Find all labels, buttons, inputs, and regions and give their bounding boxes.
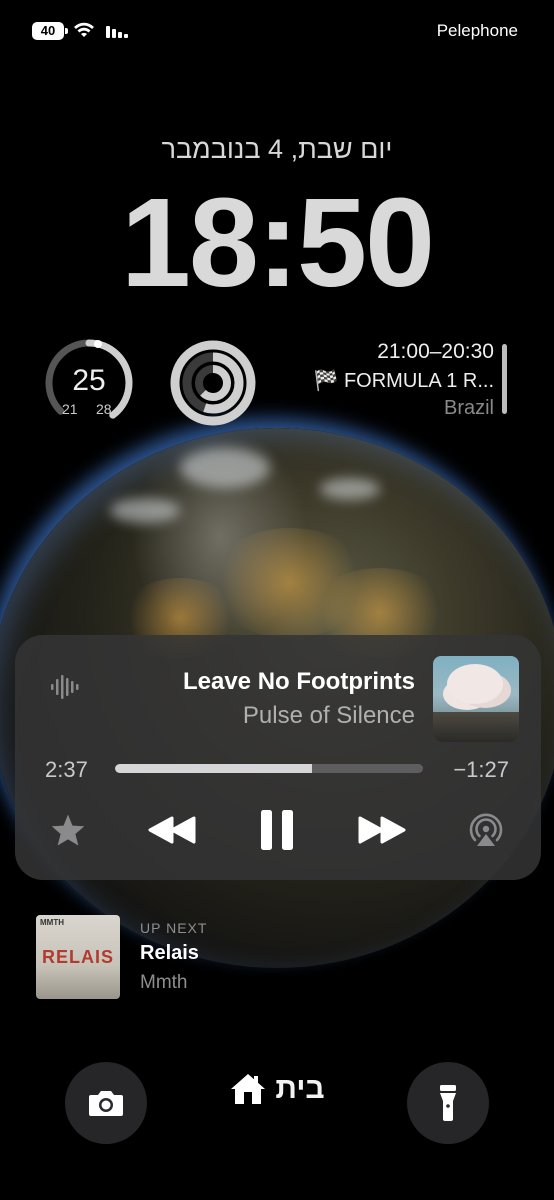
now-playing-widget[interactable]: Leave No Footprints Pulse of Silence 2:3… <box>15 635 541 880</box>
pause-button[interactable] <box>255 810 299 850</box>
progress-fill <box>115 764 313 773</box>
focus-mode-label: בית <box>275 1072 325 1105</box>
flashlight-button[interactable] <box>407 1062 489 1144</box>
cellular-signal-icon <box>106 26 128 38</box>
rewind-button[interactable] <box>145 810 199 850</box>
flashlight-icon <box>440 1085 456 1121</box>
remaining-time: −1:27 <box>453 757 509 782</box>
event-name: FORMULA 1 R... <box>343 370 494 392</box>
checkered-flag-icon: 🏁 <box>313 370 339 392</box>
event-time: 21:00–20:30 <box>377 340 494 363</box>
up-next-label: UP NEXT <box>140 920 208 936</box>
rewind-icon <box>148 816 196 844</box>
home-icon <box>231 1074 266 1104</box>
up-next-title[interactable]: Relais <box>140 942 199 965</box>
lock-date: יום שבת, 4 בנובמבר <box>161 134 393 164</box>
album-art[interactable] <box>433 656 519 742</box>
status-bar: 40 Pelephone <box>0 0 554 60</box>
battery-indicator: 40 <box>32 22 68 40</box>
up-next-artist: Mmth <box>140 972 188 993</box>
elapsed-time: 2:37 <box>45 757 88 782</box>
activity-widget[interactable] <box>168 338 258 428</box>
star-icon <box>51 814 85 846</box>
current-temperature: 25 <box>72 364 106 397</box>
song-artist: Pulse of Silence <box>242 702 415 729</box>
lock-time: 18:50 <box>120 172 435 313</box>
favorite-button[interactable] <box>49 810 87 850</box>
up-next-album-art[interactable]: MMTH RELAIS <box>36 915 120 999</box>
pause-icon <box>261 810 293 850</box>
fast-forward-button[interactable] <box>355 810 409 850</box>
event-location: Brazil <box>443 397 494 419</box>
weather-widget[interactable]: 25 21 28 <box>44 338 134 428</box>
calendar-color-bar <box>502 344 507 414</box>
carrier-name: Pelephone <box>436 21 518 40</box>
song-title: Leave No Footprints <box>182 668 415 695</box>
low-temperature: 21 <box>62 401 78 417</box>
event-title: 🏁 FORMULA 1 R... <box>314 368 495 393</box>
fast-forward-icon <box>358 816 406 844</box>
playback-progress-bar[interactable] <box>115 764 423 773</box>
audio-waveform-icon <box>51 675 79 699</box>
high-temperature: 28 <box>96 401 112 417</box>
activity-rings-icon <box>170 340 256 426</box>
airplay-button[interactable] <box>465 810 507 850</box>
airplay-icon <box>469 813 503 846</box>
calendar-widget[interactable]: 21:00–20:30 🏁 FORMULA 1 R... Brazil <box>314 340 495 420</box>
wifi-icon <box>74 22 94 37</box>
